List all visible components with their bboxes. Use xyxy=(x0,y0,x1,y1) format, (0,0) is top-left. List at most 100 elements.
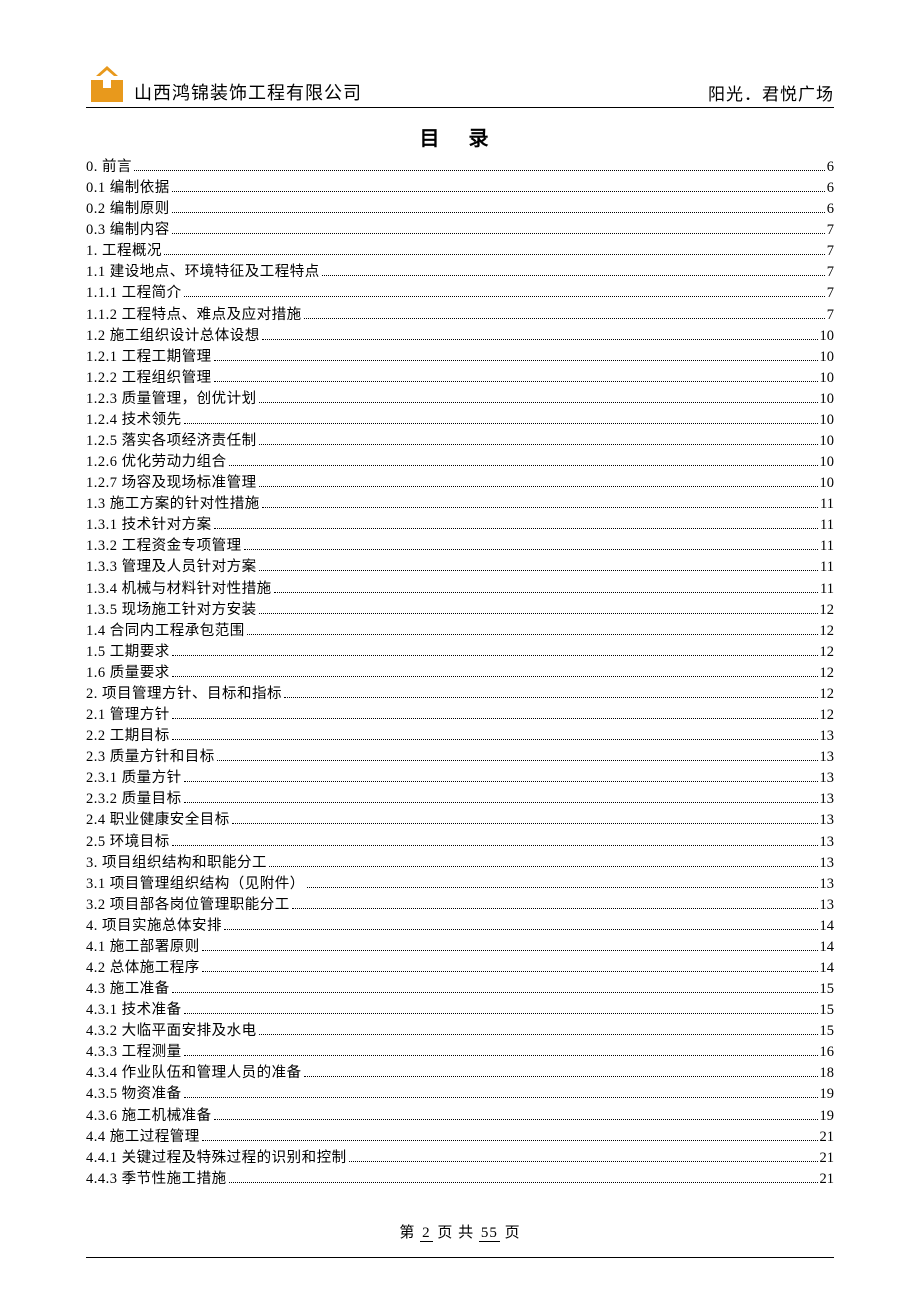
toc-entry-page: 7 xyxy=(827,305,834,326)
toc-leader-dots xyxy=(244,549,818,550)
toc-entry-label: 4.4.3 季节性施工措施 xyxy=(86,1169,227,1190)
toc-entry-page: 11 xyxy=(820,557,834,578)
toc-row: 4.3.5 物资准备19 xyxy=(86,1084,834,1105)
toc-row: 1.3.4 机械与材料针对性措施11 xyxy=(86,579,834,600)
toc-row: 1.2.6 优化劳动力组合 10 xyxy=(86,452,834,473)
toc-row: 1.1.2 工程特点、难点及应对措施7 xyxy=(86,305,834,326)
toc-entry-label: 1.2.6 优化劳动力组合 xyxy=(86,452,227,473)
toc-leader-dots xyxy=(229,465,818,466)
toc-row: 1.1 建设地点、环境特征及工程特点7 xyxy=(86,262,834,283)
toc-entry-page: 11 xyxy=(820,494,834,515)
toc-entry-page: 7 xyxy=(827,241,834,262)
toc-leader-dots xyxy=(172,655,818,656)
toc-entry-label: 4.3.3 工程测量 xyxy=(86,1042,182,1063)
toc-row: 1.3 施工方案的针对性措施11 xyxy=(86,494,834,515)
toc-entry-label: 1.3.5 现场施工针对方安装 xyxy=(86,600,257,621)
toc-leader-dots xyxy=(184,1013,818,1014)
toc-entry-label: 3.1 项目管理组织结构（见附件） xyxy=(86,874,305,895)
toc-leader-dots xyxy=(172,212,825,213)
toc-leader-dots xyxy=(292,908,818,909)
toc-row: 2.2 工期目标13 xyxy=(86,726,834,747)
toc-row: 1.2.1 工程工期管理10 xyxy=(86,347,834,368)
toc-entry-label: 4.3.5 物资准备 xyxy=(86,1084,182,1105)
toc-entry-label: 1.1.1 工程简介 xyxy=(86,283,182,304)
toc-leader-dots xyxy=(202,950,818,951)
toc-leader-dots xyxy=(259,486,818,487)
toc-entry-label: 4.3 施工准备 xyxy=(86,979,170,1000)
toc-leader-dots xyxy=(214,1119,818,1120)
toc-row: 2.3.1 质量方针 13 xyxy=(86,768,834,789)
table-of-contents: 0. 前言60.1 编制依据60.2 编制原则60.3 编制内容71. 工程概况… xyxy=(86,157,834,1189)
toc-row: 4. 项目实施总体安排14 xyxy=(86,916,834,937)
toc-entry-label: 1.4 合同内工程承包范围 xyxy=(86,621,245,642)
toc-entry-page: 6 xyxy=(827,178,834,199)
toc-row: 2. 项目管理方针、目标和指标12 xyxy=(86,684,834,705)
toc-entry-label: 1.2.4 技术领先 xyxy=(86,410,182,431)
toc-entry-label: 3. 项目组织结构和职能分工 xyxy=(86,853,267,874)
toc-leader-dots xyxy=(202,971,818,972)
toc-entry-page: 11 xyxy=(820,579,834,600)
toc-entry-page: 15 xyxy=(820,979,835,1000)
toc-entry-label: 1.2.5 落实各项经济责任制 xyxy=(86,431,257,452)
toc-entry-label: 2.3.1 质量方针 xyxy=(86,768,182,789)
toc-row: 4.3.1 技术准备15 xyxy=(86,1000,834,1021)
toc-leader-dots xyxy=(172,845,818,846)
toc-leader-dots xyxy=(214,381,818,382)
toc-leader-dots xyxy=(217,760,818,761)
toc-entry-page: 14 xyxy=(820,937,835,958)
toc-entry-label: 1.1 建设地点、环境特征及工程特点 xyxy=(86,262,320,283)
toc-leader-dots xyxy=(172,992,818,993)
toc-entry-page: 7 xyxy=(827,283,834,304)
toc-row: 4.3.6 施工机械准备19 xyxy=(86,1106,834,1127)
project-name: 阳光．君悦广场 xyxy=(708,80,834,105)
toc-leader-dots xyxy=(232,823,818,824)
toc-entry-label: 4.3.2 大临平面安排及水电 xyxy=(86,1021,257,1042)
toc-entry-label: 1.2.1 工程工期管理 xyxy=(86,347,212,368)
toc-entry-page: 10 xyxy=(820,452,835,473)
toc-row: 4.2 总体施工程序14 xyxy=(86,958,834,979)
toc-entry-page: 7 xyxy=(827,220,834,241)
toc-entry-page: 12 xyxy=(820,621,835,642)
toc-entry-label: 2.3.2 质量目标 xyxy=(86,789,182,810)
toc-entry-page: 12 xyxy=(820,642,835,663)
footer-rule xyxy=(86,1257,834,1258)
toc-entry-page: 13 xyxy=(820,789,835,810)
toc-leader-dots xyxy=(349,1161,818,1162)
toc-entry-page: 13 xyxy=(820,747,835,768)
toc-leader-dots xyxy=(259,1034,818,1035)
toc-entry-label: 4.3.6 施工机械准备 xyxy=(86,1106,212,1127)
toc-row: 1.2.2 工程组织管理10 xyxy=(86,368,834,389)
toc-row: 4.3.2 大临平面安排及水电15 xyxy=(86,1021,834,1042)
toc-entry-page: 10 xyxy=(820,389,835,410)
toc-entry-label: 0.1 编制依据 xyxy=(86,178,170,199)
toc-entry-label: 4.2 总体施工程序 xyxy=(86,958,200,979)
toc-leader-dots xyxy=(172,676,818,677)
company-logo-icon xyxy=(86,66,128,104)
toc-leader-dots xyxy=(134,170,825,171)
page-header: 山西鸿锦装饰工程有限公司 阳光．君悦广场 xyxy=(86,66,834,108)
toc-row: 1.3.1 技术针对方案11 xyxy=(86,515,834,536)
toc-row: 1.4 合同内工程承包范围 12 xyxy=(86,621,834,642)
toc-row: 0. 前言6 xyxy=(86,157,834,178)
toc-entry-label: 4.4.1 关键过程及特殊过程的识别和控制 xyxy=(86,1148,347,1169)
toc-entry-label: 4.1 施工部署原则 xyxy=(86,937,200,958)
toc-row: 2.3 质量方针和目标13 xyxy=(86,747,834,768)
toc-row: 1.6 质量要求12 xyxy=(86,663,834,684)
footer-prefix: 第 xyxy=(399,1225,415,1241)
toc-leader-dots xyxy=(307,887,818,888)
toc-entry-label: 4.4 施工过程管理 xyxy=(86,1127,200,1148)
toc-entry-label: 1.2 施工组织设计总体设想 xyxy=(86,326,260,347)
toc-entry-page: 10 xyxy=(820,431,835,452)
footer-suffix: 页 xyxy=(505,1225,521,1241)
toc-row: 1.3.3 管理及人员针对方案11 xyxy=(86,557,834,578)
toc-row: 2.1 管理方针12 xyxy=(86,705,834,726)
company-name: 山西鸿锦装饰工程有限公司 xyxy=(134,79,362,105)
toc-entry-page: 13 xyxy=(820,768,835,789)
toc-entry-label: 1.2.3 质量管理，创优计划 xyxy=(86,389,257,410)
toc-entry-label: 0.2 编制原则 xyxy=(86,199,170,220)
toc-leader-dots xyxy=(259,613,818,614)
toc-entry-page: 10 xyxy=(820,326,835,347)
toc-leader-dots xyxy=(184,296,825,297)
toc-row: 2.4 职业健康安全目标13 xyxy=(86,810,834,831)
toc-entry-label: 4. 项目实施总体安排 xyxy=(86,916,222,937)
